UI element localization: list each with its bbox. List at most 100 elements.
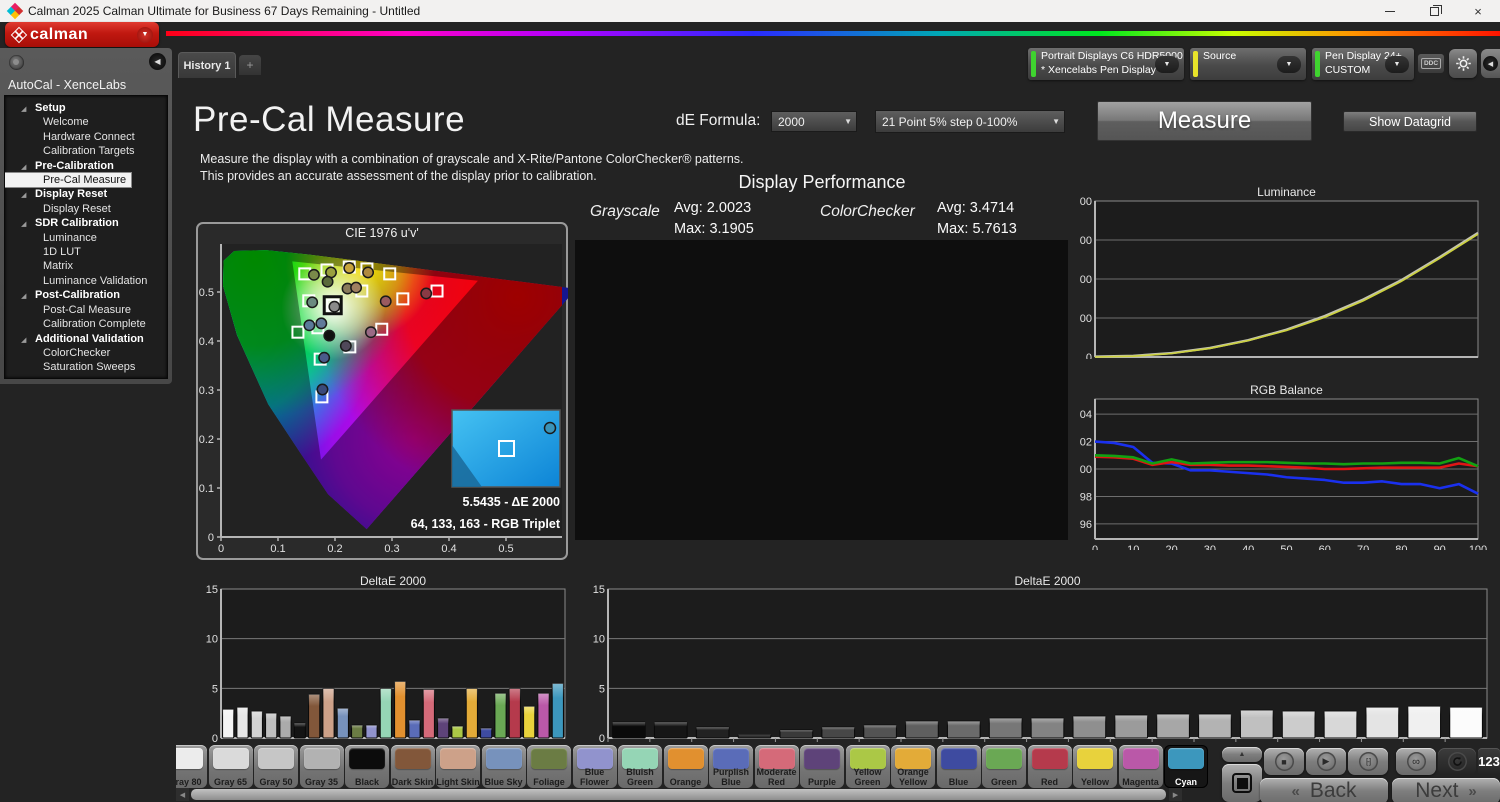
- tree-group-setup[interactable]: ◢Setup: [5, 101, 167, 115]
- tree-item-luminance-validation[interactable]: Luminance Validation: [5, 274, 167, 288]
- tree-item-calibration-complete[interactable]: Calibration Complete: [5, 317, 167, 331]
- measure-points-select[interactable]: 21 Point 5% step 0-100% ▼: [875, 110, 1065, 133]
- display-dropdown-icon[interactable]: ▼: [1385, 56, 1409, 73]
- patch-button-magenta[interactable]: Magenta: [1119, 745, 1163, 788]
- workflow-tree: ◢SetupWelcomeHardware ConnectCalibration…: [4, 95, 168, 379]
- patch-label: Red: [1028, 778, 1072, 788]
- svg-text:104: 104: [1080, 409, 1092, 421]
- svg-text:0: 0: [208, 532, 214, 544]
- patch-button-yellow-green[interactable]: Yellow Green: [846, 745, 890, 788]
- patch-button-yellow[interactable]: Yellow: [1073, 745, 1117, 788]
- back-button[interactable]: « Back: [1260, 778, 1388, 802]
- tab-history-1[interactable]: History 1: [178, 52, 236, 78]
- close-icon[interactable]: ×: [1456, 0, 1500, 22]
- svg-text:0.5: 0.5: [199, 287, 214, 299]
- patch-button-light-skin[interactable]: Light Skin: [436, 745, 480, 788]
- grayscale-max: Max: 3.1905: [674, 221, 754, 237]
- patch-button-bluish-green[interactable]: Bluish Green: [618, 745, 662, 788]
- sidebar-radio-icon[interactable]: [9, 55, 24, 70]
- scroll-right-icon[interactable]: ▶: [1169, 788, 1182, 801]
- rainbow-divider: [166, 31, 1500, 36]
- patch-scrollbar[interactable]: ◀ ▶: [176, 788, 1182, 801]
- add-tab-button[interactable]: +: [239, 55, 261, 75]
- source-selector[interactable]: Source ▼: [1190, 48, 1306, 80]
- de-formula-select[interactable]: 2000 ▼: [771, 111, 857, 132]
- tree-item-hardware-connect[interactable]: Hardware Connect: [5, 130, 167, 144]
- tree-item-saturation-sweeps[interactable]: Saturation Sweeps: [5, 360, 167, 374]
- patch-button-cyan[interactable]: Cyan: [1164, 745, 1208, 788]
- expander-icon: ◢: [21, 219, 26, 231]
- tree-group-additional-validation[interactable]: ◢Additional Validation: [5, 332, 167, 346]
- stop-measure-button[interactable]: ■: [1264, 748, 1304, 775]
- refresh-measure-button[interactable]: [1438, 748, 1476, 775]
- interval-icon: [-]: [1359, 752, 1378, 771]
- svg-text:50: 50: [1280, 544, 1292, 550]
- continuous-measure-button[interactable]: ∞: [1396, 748, 1436, 775]
- settings-button[interactable]: [1449, 49, 1477, 78]
- patch-button-foliage[interactable]: Foliage: [527, 745, 571, 788]
- patch-button-gray-65[interactable]: Gray 65: [209, 745, 253, 788]
- patch-button-gray-50[interactable]: Gray 50: [254, 745, 298, 788]
- patch-color-chip: [1123, 748, 1159, 769]
- next-button[interactable]: Next »: [1392, 778, 1500, 802]
- meter-selector[interactable]: Portrait Displays C6 HDR5000 * Xencelabs…: [1028, 48, 1184, 80]
- tree-item-calibration-targets[interactable]: Calibration Targets: [5, 144, 167, 158]
- patch-button-gray-35[interactable]: Gray 35: [300, 745, 344, 788]
- tree-group-sdr-calibration[interactable]: ◢SDR Calibration: [5, 216, 167, 230]
- svg-text:5: 5: [212, 683, 218, 695]
- top-panel-collapse-button[interactable]: ◀: [1481, 49, 1500, 78]
- patch-button-black[interactable]: Black: [345, 745, 389, 788]
- tree-group-pre-calibration[interactable]: ◢Pre-Calibration: [5, 159, 167, 173]
- tree-group-display-reset[interactable]: ◢Display Reset: [5, 187, 167, 201]
- tree-item-display-reset[interactable]: Display Reset: [5, 202, 167, 216]
- numeric-entry-button[interactable]: 123: [1478, 748, 1500, 775]
- patch-button-moderate-red[interactable]: Moderate Red: [755, 745, 799, 788]
- measure-button[interactable]: Measure: [1097, 101, 1312, 141]
- svg-text:102: 102: [1080, 437, 1092, 449]
- up-arrow-icon: ▲: [1239, 751, 1246, 758]
- window-titlebar: Calman 2025 Calman Ultimate for Business…: [0, 0, 1500, 22]
- patch-button-green[interactable]: Green: [982, 745, 1026, 788]
- patch-button-red[interactable]: Red: [1028, 745, 1072, 788]
- expander-icon: ◢: [21, 335, 26, 347]
- patch-button-purple[interactable]: Purple: [800, 745, 844, 788]
- patch-label: Blue Sky: [482, 778, 526, 788]
- tree-group-post-calibration[interactable]: ◢Post-Calibration: [5, 288, 167, 302]
- patch-button-blue[interactable]: Blue: [937, 745, 981, 788]
- display-selector[interactable]: Pen Display 24+ CUSTOM ▼: [1312, 48, 1414, 80]
- patch-button-gray-80[interactable]: Gray 80: [176, 745, 207, 788]
- tree-item-colorchecker[interactable]: ColorChecker: [5, 346, 167, 360]
- patch-button-dark-skin[interactable]: Dark Skin: [391, 745, 435, 788]
- minimize-icon[interactable]: [1368, 0, 1412, 22]
- patch-button-blue-sky[interactable]: Blue Sky: [482, 745, 526, 788]
- calman-logo-button[interactable]: calman ▼: [5, 22, 159, 47]
- pattern-window-toggle-button[interactable]: [1222, 764, 1262, 802]
- patch-color-chip: [986, 748, 1022, 769]
- tree-item-post-cal-measure[interactable]: Post-Cal Measure: [5, 303, 167, 317]
- sidebar-collapse-icon[interactable]: ◀: [149, 53, 166, 70]
- patch-button-orange-yellow[interactable]: Orange Yellow: [891, 745, 935, 788]
- tree-item-1d-lut[interactable]: 1D LUT: [5, 245, 167, 259]
- window-title: Calman 2025 Calman Ultimate for Business…: [28, 4, 420, 18]
- interval-measure-button[interactable]: [-]: [1348, 748, 1388, 775]
- patch-button-purplish-blue[interactable]: Purplish Blue: [709, 745, 753, 788]
- restore-icon[interactable]: [1412, 0, 1456, 22]
- meter-dropdown-icon[interactable]: ▼: [1155, 56, 1179, 73]
- patch-button-orange[interactable]: Orange: [664, 745, 708, 788]
- ddc-button[interactable]: DDC: [1418, 54, 1444, 73]
- tree-item-luminance[interactable]: Luminance: [5, 231, 167, 245]
- scrollbar-thumb[interactable]: [191, 789, 1166, 800]
- tree-item-welcome[interactable]: Welcome: [5, 115, 167, 129]
- start-measure-button[interactable]: ▶: [1306, 748, 1346, 775]
- patch-button-blue-flower[interactable]: Blue Flower: [573, 745, 617, 788]
- patch-list-up-button[interactable]: ▲: [1222, 747, 1262, 762]
- source-dropdown-icon[interactable]: ▼: [1277, 56, 1301, 73]
- scroll-left-icon[interactable]: ◀: [176, 788, 189, 801]
- show-datagrid-button[interactable]: Show Datagrid: [1343, 111, 1477, 132]
- patch-label: Purplish Blue: [709, 768, 753, 787]
- logo-menu-chevron-icon[interactable]: ▼: [137, 27, 153, 43]
- description-line1: Measure the display with a combination o…: [200, 152, 744, 166]
- tree-item-pre-cal-measure[interactable]: Pre-Cal Measure: [5, 173, 131, 187]
- chevron-down-icon: ▼: [844, 112, 852, 131]
- tree-item-matrix[interactable]: Matrix: [5, 259, 167, 273]
